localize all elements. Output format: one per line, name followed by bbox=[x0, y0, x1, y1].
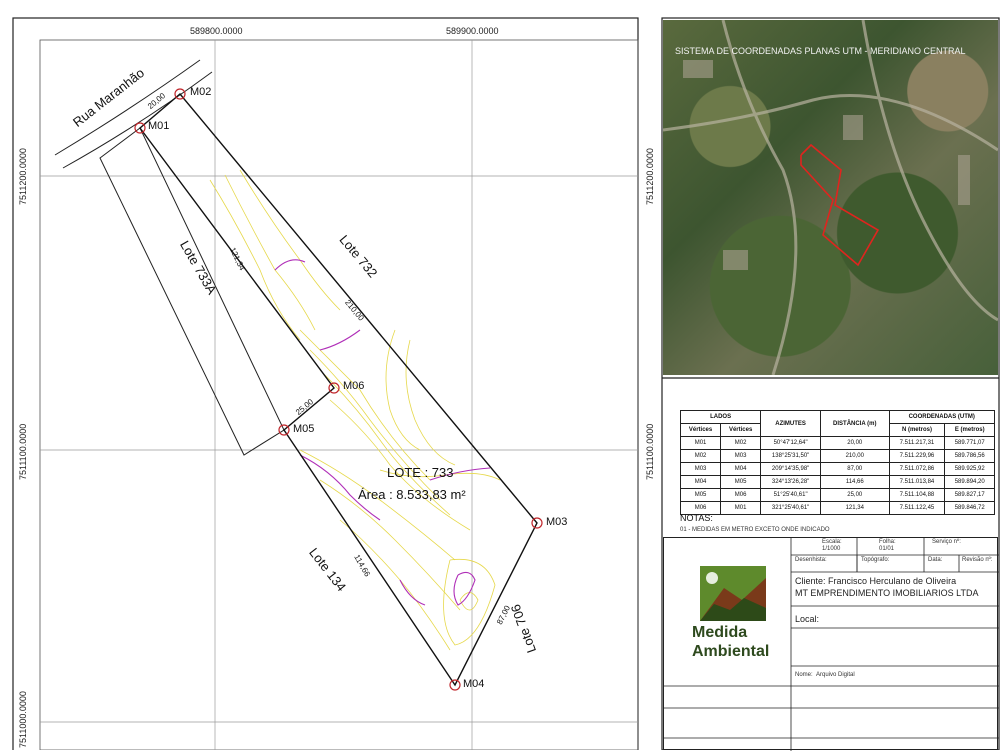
map-border bbox=[12, 17, 639, 750]
logo-text-line2: Ambiental bbox=[692, 643, 770, 660]
th-distancia: DISTÂNCIA (m) bbox=[820, 410, 890, 437]
table-row: M05 M06 51°25'40,61" 25,00 7.511.104,88 589.8… bbox=[679, 488, 995, 502]
marker-label-m03: M03 bbox=[546, 516, 568, 528]
tb-cliente: Cliente: Francisco Herculano de Oliveira bbox=[795, 576, 957, 586]
table-cell: M05 bbox=[679, 488, 722, 502]
table-cell: 7.511.013,84 bbox=[888, 475, 946, 489]
table-cell: 7.511.217,31 bbox=[888, 436, 946, 450]
table-cell: M01 bbox=[720, 501, 762, 515]
table-cell: M04 bbox=[679, 475, 722, 489]
tb-desenhista-label: Desenhista: bbox=[795, 557, 827, 563]
table-cell: 138°25'31,50" bbox=[760, 449, 822, 463]
notes-title: NOTAS: bbox=[680, 513, 713, 523]
tb-revisao-label: Revisão nº: bbox=[962, 557, 993, 563]
marker-label-m05: M05 bbox=[293, 423, 315, 435]
table-row: M03 M04 209°14'35,98" 87,00 7.511.072,86 589.… bbox=[679, 462, 995, 476]
medida-ambiental-logo bbox=[700, 566, 766, 621]
table-cell: 7.511.072,86 bbox=[888, 462, 946, 476]
table-row: M06 M01 321°25'40,61" 121,34 7.511.122,45 589… bbox=[679, 501, 995, 515]
grid-label-left-1: 7511200.0000 bbox=[18, 148, 28, 205]
th-coordenadas: COORDENADAS (UTM) bbox=[888, 410, 995, 424]
satellite-image bbox=[663, 20, 998, 375]
table-cell: 321°25'40,61" bbox=[760, 501, 822, 515]
coordinates-table: LADOS AZIMUTES DISTÂNCIA (m) COORDENADAS… bbox=[679, 410, 995, 515]
satellite-header: SISTEMA DE COORDENADAS PLANAS UTM - MERI… bbox=[675, 46, 966, 56]
grid-label-top-2: 589900.0000 bbox=[446, 26, 499, 36]
table-cell: M03 bbox=[679, 462, 722, 476]
main-lot-title: LOTE : 733 bbox=[387, 465, 454, 480]
table-cell: 589.846,72 bbox=[944, 501, 995, 515]
table-cell: M06 bbox=[720, 488, 762, 502]
table-cell: M04 bbox=[720, 462, 762, 476]
table-row: M02 M03 138°25'31,50" 210,00 7.511.229,96 589… bbox=[679, 449, 995, 463]
table-row: M04 M05 324°13'26,28" 114,66 7.511.013,84 589… bbox=[679, 475, 995, 489]
th-vertices-1: Vértices bbox=[679, 423, 722, 437]
lote-733a-outline bbox=[99, 127, 285, 456]
table-cell: 209°14'35,98" bbox=[760, 462, 822, 476]
coordinates-table-body: M01 M02 50°47'12,64" 20,00 7.511.217,31 589.7… bbox=[679, 436, 995, 515]
table-cell: 121,34 bbox=[820, 501, 890, 515]
tb-escala-value: 1/1000 bbox=[822, 546, 841, 552]
coordinates-table-panel: LADOS AZIMUTES DISTÂNCIA (m) COORDENADAS… bbox=[663, 383, 998, 533]
table-cell: 589.827,17 bbox=[944, 488, 995, 502]
table-cell: 7.511.229,96 bbox=[888, 449, 946, 463]
table-cell: 7.511.104,88 bbox=[888, 488, 946, 502]
table-cell: 589.925,92 bbox=[944, 462, 995, 476]
th-lados: LADOS bbox=[679, 410, 762, 424]
tb-nome-value: Arquivo Digital bbox=[816, 672, 855, 678]
table-cell: M01 bbox=[679, 436, 722, 450]
table-row: M01 M02 50°47'12,64" 20,00 7.511.217,31 589.7… bbox=[679, 436, 995, 450]
marker-label-m04: M04 bbox=[463, 678, 485, 690]
satellite-lot-outline bbox=[800, 143, 880, 267]
table-cell: 589.771,07 bbox=[944, 436, 995, 450]
tb-folha-label: Folha: bbox=[879, 539, 896, 545]
table-cell: M03 bbox=[720, 449, 762, 463]
main-lot-area: Área : 8.533,83 m² bbox=[358, 487, 466, 502]
tb-nome-label: Nome: bbox=[795, 672, 813, 678]
logo-text-line1: Medida bbox=[692, 624, 748, 641]
boundary-markers bbox=[134, 88, 543, 691]
tb-data-label: Data: bbox=[928, 557, 943, 563]
grid-label-right-2: 7511100.0000 bbox=[645, 423, 655, 480]
tb-folha-value: 01/01 bbox=[879, 546, 895, 552]
notes-text: 01 - MEDIDAS EM METRO EXCETO ONDE INDICA… bbox=[680, 527, 830, 533]
table-cell: 7.511.122,45 bbox=[888, 501, 946, 515]
grid-label-left-3: 7511000.0000 bbox=[18, 691, 28, 748]
table-cell: 589.894,20 bbox=[944, 475, 995, 489]
tb-local-label: Local: bbox=[795, 614, 820, 624]
table-cell: 51°25'40,61" bbox=[760, 488, 822, 502]
tb-servico-label: Serviço nº: bbox=[932, 539, 961, 545]
table-cell: M05 bbox=[720, 475, 762, 489]
marker-label-m06: M06 bbox=[343, 380, 365, 392]
table-cell: 114,66 bbox=[820, 475, 890, 489]
table-cell: 20,00 bbox=[820, 436, 890, 450]
th-e-metros: E (metros) bbox=[944, 423, 995, 437]
tb-escala-label: Escala: bbox=[822, 539, 842, 545]
th-vertices-2: Vértices bbox=[720, 423, 762, 437]
grid-label-right-1: 7511200.0000 bbox=[645, 148, 655, 205]
map-inner-border bbox=[39, 39, 639, 750]
grid-lines bbox=[40, 40, 638, 750]
marker-label-m02: M02 bbox=[190, 86, 212, 98]
table-cell: 324°13'26,28" bbox=[760, 475, 822, 489]
tb-empresa: MT EMPRENDIMENTO IMOBILIARIOS LTDA bbox=[795, 588, 979, 598]
th-n-metros: N (metros) bbox=[888, 423, 946, 437]
tb-topografo-label: Topógrafo: bbox=[861, 557, 890, 563]
table-cell: M02 bbox=[720, 436, 762, 450]
marker-label-m01: M01 bbox=[148, 120, 170, 132]
table-cell: 25,00 bbox=[820, 488, 890, 502]
grid-label-top-1: 589800.0000 bbox=[190, 26, 243, 36]
table-cell: 50°47'12,64" bbox=[760, 436, 822, 450]
grid-label-left-2: 7511100.0000 bbox=[18, 423, 28, 480]
table-cell: M02 bbox=[679, 449, 722, 463]
table-cell: 87,00 bbox=[820, 462, 890, 476]
table-cell: 589.786,56 bbox=[944, 449, 995, 463]
satellite-overlay bbox=[663, 20, 998, 375]
th-azimutes: AZIMUTES bbox=[760, 410, 822, 437]
table-cell: 210,00 bbox=[820, 449, 890, 463]
